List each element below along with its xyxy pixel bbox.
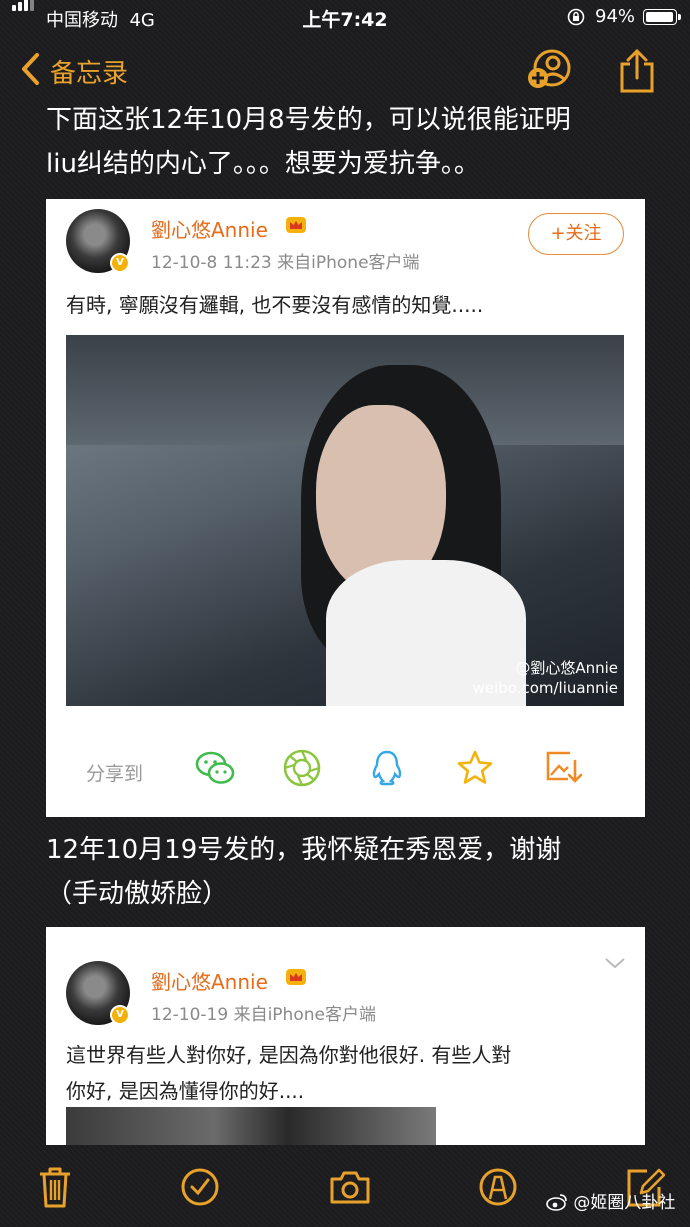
share-icon[interactable] [616,48,658,94]
post-photo[interactable] [66,1107,436,1145]
battery-percent: 94% [595,6,636,27]
status-bar: 中国移动 4G 上午7:42 94% [0,0,690,36]
back-button[interactable]: 备忘录 [50,53,128,90]
bottom-toolbar [0,1145,690,1227]
clock: 上午7:42 [302,9,388,31]
moments-icon[interactable] [281,747,323,789]
save-image-icon[interactable] [542,747,584,789]
source-watermark: @姬圈八卦社 [546,1188,675,1213]
photo-watermark: @劉心悠Annie weibo.com/liuannie [472,659,618,697]
back-chevron-icon[interactable] [20,52,40,86]
checklist-icon[interactable] [180,1165,220,1209]
battery-icon [643,9,681,25]
favorite-star-icon[interactable] [454,747,496,789]
post-author[interactable]: 劉心悠Annie [151,214,268,243]
share-to-label: 分享到 [86,763,144,785]
weibo-post-card[interactable]: V 劉心悠Annie 12-10-19 来自iPhone客户端 這世界有些人對你… [46,927,645,1145]
crown-icon [286,969,306,985]
post-author[interactable]: 劉心悠Annie [151,966,268,995]
verified-badge-icon: V [110,1005,130,1025]
qq-icon[interactable] [366,747,408,789]
chevron-down-icon[interactable] [604,955,626,971]
verified-badge-icon: V [110,253,130,273]
markup-pen-icon[interactable] [478,1165,518,1209]
follow-button[interactable]: +关注 [528,213,624,255]
note-line: （手动傲娇脸） [46,879,229,909]
nav-bar: 备忘录 [0,44,690,96]
weibo-post-card[interactable]: V 劉心悠Annie 12-10-8 11:23 来自iPhone客户端 +关注… [46,199,645,817]
wechat-icon[interactable] [194,747,236,789]
post-meta: 12-10-8 11:23 来自iPhone客户端 [151,253,420,273]
crown-icon [286,217,306,233]
camera-icon[interactable] [328,1165,372,1209]
note-paragraph[interactable]: 下面这张12年10月8号发的，可以说很能证明 liu纠结的内心了。。。想要为爱抗… [46,98,666,186]
add-people-icon[interactable] [526,48,574,92]
post-photo[interactable]: @劉心悠Annie weibo.com/liuannie [66,335,624,706]
note-line: 12年10月19号发的，我怀疑在秀恩爱，谢谢 [46,835,562,865]
post-text: 有時, 寧願沒有邏輯, 也不要沒有感情的知覺..... [66,293,484,317]
trash-icon[interactable] [35,1165,75,1209]
post-meta: 12-10-19 来自iPhone客户端 [151,1005,376,1025]
weibo-logo-icon [546,1194,567,1211]
rotation-lock-icon [567,8,585,26]
post-text: 這世界有些人對你好, 是因為你對他很好. 有些人對 你好, 是因為懂得你的好..… [66,1043,512,1103]
note-line: 下面这张12年10月8号发的，可以说很能证明 [46,105,571,135]
note-paragraph[interactable]: 12年10月19号发的，我怀疑在秀恩爱，谢谢 （手动傲娇脸） [46,828,666,916]
note-line: liu纠结的内心了。。。想要为爱抗争。。 [46,149,480,179]
